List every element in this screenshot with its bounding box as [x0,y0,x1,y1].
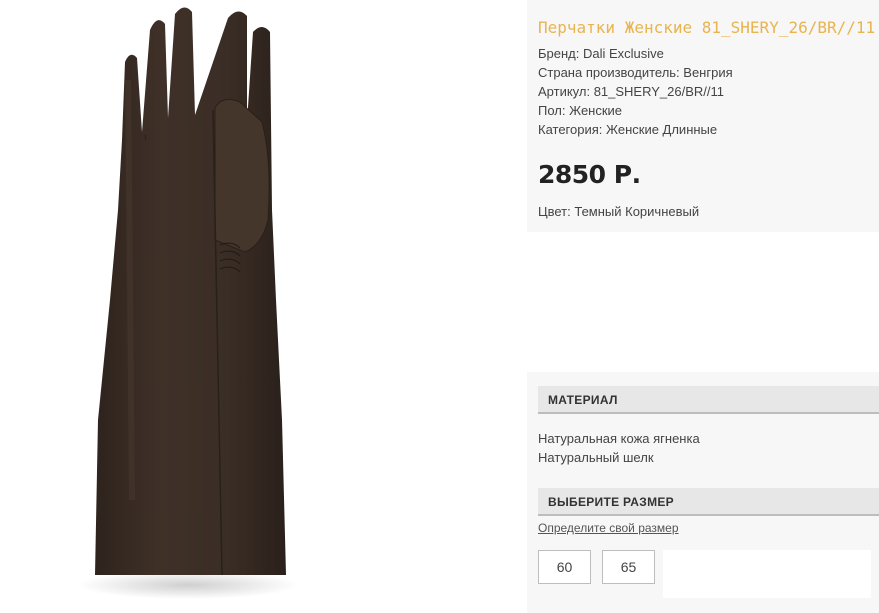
spec-brand: Бренд: Dali Exclusive [538,46,664,61]
spec-article: Артикул: 81_SHERY_26/BR//11 [538,84,725,99]
spec-category: Категория: Женские Длинные [538,122,718,137]
material-item: Натуральная кожа ягненка [538,431,700,446]
size-empty-area [663,550,871,598]
product-price: 2850 Р. [538,160,641,189]
size-header: ВЫБЕРИТЕ РАЗМЕР [538,488,879,516]
size-guide-link[interactable]: Определите свой размер [538,521,679,535]
spec-gender: Пол: Женские [538,103,623,118]
size-header-label: ВЫБЕРИТЕ РАЗМЕР [548,495,674,509]
product-photo [0,0,527,613]
material-header: МАТЕРИАЛ [538,386,879,414]
glove-image [78,7,298,599]
product-title: Перчатки Женские 81_SHERY_26/BR//11 [538,18,876,37]
size-option-60[interactable]: 60 [538,550,591,584]
product-color: Цвет: Темный Коричневый [538,204,700,219]
product-info: Перчатки Женские 81_SHERY_26/BR//11 Брен… [527,0,879,613]
material-header-label: МАТЕРИАЛ [548,393,618,407]
spec-country: Страна производитель: Венгрия [538,65,733,80]
size-option-65[interactable]: 65 [602,550,655,584]
color-swatch-area [527,232,879,372]
material-item: Натуральный шелк [538,450,654,465]
